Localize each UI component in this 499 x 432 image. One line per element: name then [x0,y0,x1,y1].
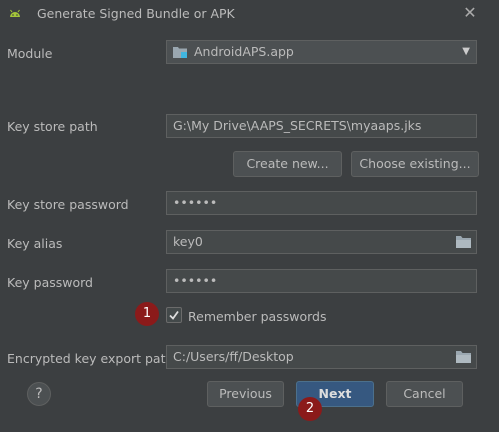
choose-existing-button[interactable]: Choose existing... [351,151,479,177]
key-store-path-field[interactable]: G:\My Drive\AAPS_SECRETS\myaaps.jks [166,114,477,138]
create-new-button[interactable]: Create new... [233,151,342,177]
module-select[interactable]: AndroidAPS.app ▼ [166,40,477,64]
folder-icon[interactable] [456,235,471,248]
module-label: Module [7,46,53,61]
folder-icon[interactable] [456,350,471,363]
help-button[interactable]: ? [27,382,51,406]
key-store-path-value: G:\My Drive\AAPS_SECRETS\myaaps.jks [173,118,422,133]
remember-passwords-label[interactable]: Remember passwords [188,309,326,324]
key-store-password-value: •••••• [173,195,218,210]
key-alias-label: Key alias [7,236,63,251]
key-password-field[interactable]: •••••• [166,269,477,293]
key-store-password-field[interactable]: •••••• [166,191,477,215]
export-path-field[interactable]: C:/Users/ff/Desktop [166,345,477,369]
cancel-button[interactable]: Cancel [386,381,463,407]
export-path-label: Encrypted key export path [7,351,174,366]
key-alias-value: key0 [173,234,203,249]
dialog-title: Generate Signed Bundle or APK [37,6,235,21]
key-store-password-label: Key store password [7,197,129,212]
module-folder-icon [173,47,187,58]
chevron-down-icon: ▼ [462,46,470,57]
previous-button[interactable]: Previous [207,381,284,407]
module-value: AndroidAPS.app [194,44,294,59]
checkmark-icon [169,310,179,320]
key-password-value: •••••• [173,273,218,288]
title-bar: Generate Signed Bundle or APK ✕ [0,0,499,28]
key-alias-field[interactable]: key0 [166,230,477,254]
remember-passwords-checkbox[interactable] [166,307,182,323]
close-icon[interactable]: ✕ [461,3,479,23]
export-path-value: C:/Users/ff/Desktop [173,349,294,364]
annotation-badge-2: 2 [298,397,322,421]
key-store-path-label: Key store path [7,119,98,134]
annotation-badge-1: 1 [135,302,159,326]
android-icon [10,9,20,17]
key-password-label: Key password [7,275,93,290]
